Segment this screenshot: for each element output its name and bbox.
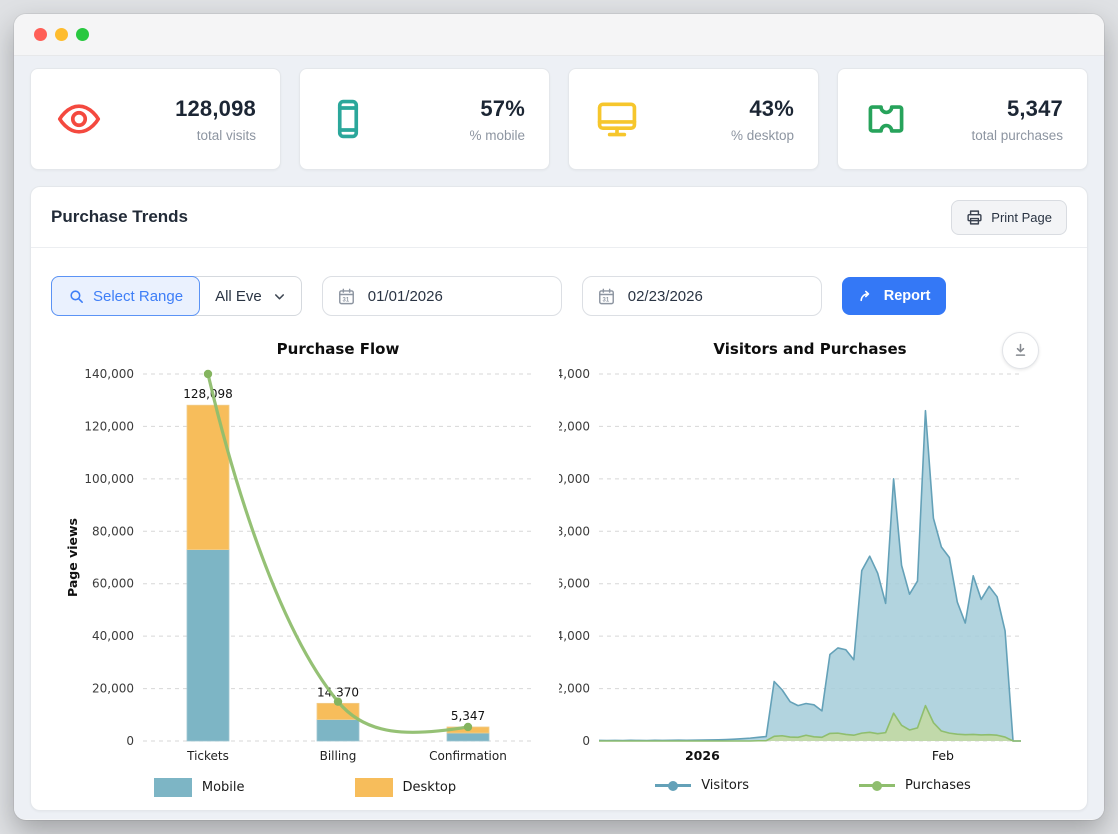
- svg-text:2026: 2026: [685, 748, 720, 763]
- total-purchases-label: total purchases: [908, 128, 1063, 143]
- select-range-label: Select Range: [93, 288, 183, 305]
- window-titlebar: [14, 14, 1104, 56]
- svg-text:10,000: 10,000: [559, 472, 590, 486]
- stat-card-total-visits: 128,098 total visits: [30, 68, 281, 170]
- visitors-purchases-chart: 0 2,000 4,000 6,000 8,000 10,000 12,000 14,000 V…: [559, 336, 1067, 797]
- svg-text:20,000: 20,000: [92, 682, 134, 696]
- legend-item-desktop[interactable]: Desktop: [355, 778, 457, 797]
- printer-icon: [966, 209, 983, 226]
- svg-text:Page views: Page views: [65, 518, 80, 597]
- total-visits-label: total visits: [101, 128, 256, 143]
- svg-text:31: 31: [342, 297, 349, 303]
- purchase-trends-panel: Purchase Trends Print Page: [30, 186, 1088, 811]
- end-date-field[interactable]: 31: [582, 276, 822, 316]
- event-filter-select[interactable]: All Eve: [199, 277, 301, 315]
- svg-text:12,000: 12,000: [559, 419, 590, 433]
- percent-desktop-value: 43%: [639, 96, 794, 122]
- svg-text:140,000: 140,000: [84, 367, 134, 381]
- calendar-icon: 31: [597, 287, 616, 306]
- search-icon: [68, 288, 85, 305]
- svg-text:Feb: Feb: [932, 748, 954, 763]
- start-date-field[interactable]: 31: [322, 276, 562, 316]
- stat-card-total-purchases: 5,347 total purchases: [837, 68, 1088, 170]
- print-page-button[interactable]: Print Page: [951, 200, 1067, 235]
- stats-row: 128,098 total visits 57% % mobile: [30, 68, 1088, 170]
- legend-label: Mobile: [202, 780, 245, 795]
- start-date-input[interactable]: [368, 288, 547, 305]
- legend-item-visitors[interactable]: Visitors: [655, 778, 749, 793]
- end-date-input[interactable]: [628, 288, 807, 305]
- desktop-background: 128,098 total visits 57% % mobile: [0, 0, 1118, 834]
- visitors-marker: [655, 784, 691, 787]
- total-visits-value: 128,098: [101, 96, 256, 122]
- svg-text:6,000: 6,000: [559, 577, 590, 591]
- minimize-window-button[interactable]: [55, 28, 68, 41]
- purchase-flow-legend: Mobile Desktop: [51, 778, 559, 797]
- purchase-flow-plot: 0 20,000 40,000 60,000 80,000 100,000 120,000 1…: [51, 336, 561, 768]
- svg-text:60,000: 60,000: [92, 577, 134, 591]
- monitor-icon: [595, 97, 639, 141]
- svg-text:120,000: 120,000: [84, 419, 134, 433]
- chevron-down-icon: [272, 289, 287, 304]
- legend-item-purchases[interactable]: Purchases: [859, 778, 971, 793]
- mobile-swatch: [154, 778, 192, 797]
- legend-label: Purchases: [905, 778, 971, 793]
- svg-text:Purchase Flow: Purchase Flow: [277, 340, 400, 358]
- smartphone-icon: [326, 97, 370, 141]
- svg-text:14,000: 14,000: [559, 367, 590, 381]
- download-chart-button[interactable]: [1002, 332, 1039, 369]
- svg-text:Tickets: Tickets: [186, 749, 229, 763]
- eye-icon: [57, 97, 101, 141]
- legend-item-mobile[interactable]: Mobile: [154, 778, 245, 797]
- calendar-icon: 31: [337, 287, 356, 306]
- purchase-trends-header: Purchase Trends Print Page: [31, 187, 1087, 247]
- svg-text:31: 31: [602, 297, 609, 303]
- event-filter-value: All Eve: [215, 288, 262, 305]
- svg-text:80,000: 80,000: [92, 524, 134, 538]
- svg-text:0: 0: [582, 734, 590, 748]
- svg-text:14,370: 14,370: [317, 685, 359, 699]
- range-filter-group: Select Range All Eve: [51, 276, 302, 316]
- app-window: 128,098 total visits 57% % mobile: [14, 14, 1104, 820]
- select-range-button[interactable]: Select Range: [51, 276, 200, 316]
- visitors-purchases-legend: Visitors Purchases: [559, 778, 1067, 793]
- svg-text:Billing: Billing: [320, 749, 357, 763]
- svg-text:40,000: 40,000: [92, 629, 134, 643]
- stat-card-percent-mobile: 57% % mobile: [299, 68, 550, 170]
- legend-label: Desktop: [403, 780, 457, 795]
- filter-row: Select Range All Eve 31: [31, 248, 1087, 316]
- purchases-marker: [859, 784, 895, 787]
- ticket-icon: [864, 97, 908, 141]
- close-window-button[interactable]: [34, 28, 47, 41]
- svg-text:Visitors and Purchases: Visitors and Purchases: [713, 340, 906, 358]
- visitors-purchases-plot: 0 2,000 4,000 6,000 8,000 10,000 12,000 14,000 V…: [559, 336, 1069, 768]
- report-button[interactable]: Report: [842, 277, 947, 315]
- svg-text:2,000: 2,000: [559, 682, 590, 696]
- percent-mobile-value: 57%: [370, 96, 525, 122]
- share-arrow-icon: [858, 288, 875, 305]
- svg-text:Confirmation: Confirmation: [429, 749, 507, 763]
- svg-text:100,000: 100,000: [84, 472, 134, 486]
- charts-row: 0 20,000 40,000 60,000 80,000 100,000 120,000 1…: [31, 316, 1087, 797]
- svg-text:128,098: 128,098: [183, 387, 233, 401]
- report-label: Report: [884, 288, 931, 304]
- panel-title: Purchase Trends: [51, 207, 188, 227]
- percent-desktop-label: % desktop: [639, 128, 794, 143]
- legend-label: Visitors: [701, 778, 749, 793]
- svg-text:4,000: 4,000: [559, 629, 590, 643]
- dashboard-content: 128,098 total visits 57% % mobile: [14, 56, 1104, 819]
- svg-text:5,347: 5,347: [451, 709, 485, 723]
- total-purchases-value: 5,347: [908, 96, 1063, 122]
- print-page-label: Print Page: [991, 210, 1052, 225]
- svg-text:0: 0: [126, 734, 134, 748]
- stat-card-percent-desktop: 43% % desktop: [568, 68, 819, 170]
- percent-mobile-label: % mobile: [370, 128, 525, 143]
- zoom-window-button[interactable]: [76, 28, 89, 41]
- purchase-flow-chart: 0 20,000 40,000 60,000 80,000 100,000 120,000 1…: [51, 336, 559, 797]
- desktop-swatch: [355, 778, 393, 797]
- svg-text:8,000: 8,000: [559, 524, 590, 538]
- download-icon: [1012, 342, 1029, 359]
